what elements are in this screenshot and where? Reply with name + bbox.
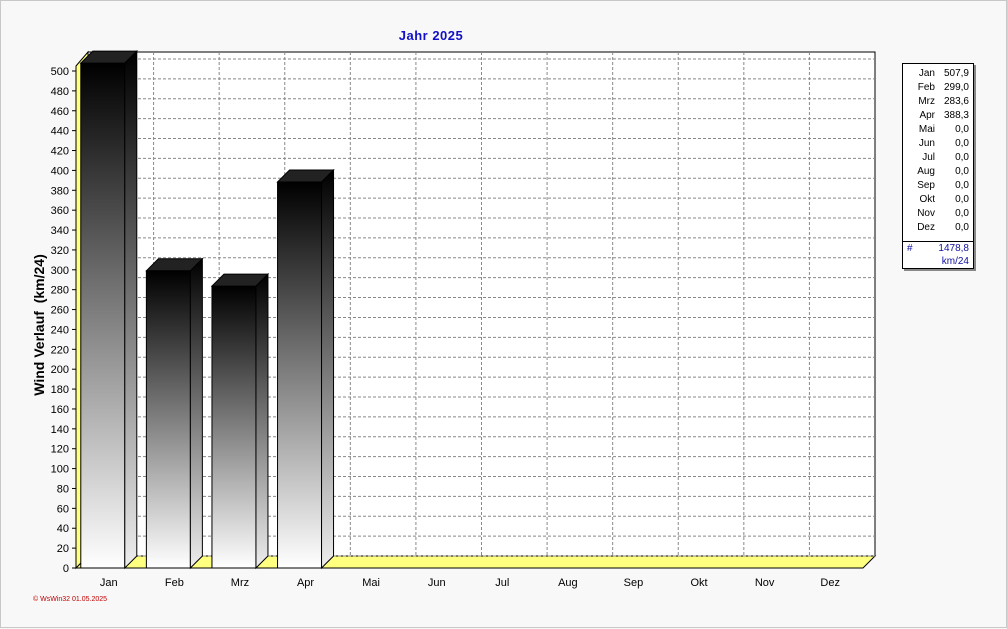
y-tick-label: 120 [51, 444, 69, 456]
legend-value: 0,0 [955, 152, 969, 163]
x-tick-label: Aug [558, 577, 578, 589]
x-tick-label: Dez [820, 577, 840, 589]
bar-side [255, 272, 269, 570]
x-tick-label: Mrz [231, 577, 249, 589]
y-tick-label: 140 [51, 424, 69, 436]
y-tick-label: 440 [51, 126, 69, 138]
chart-window: 0 20 40 60 80 100 120 140 160 180 200 220 240 260 280 3… [0, 0, 1007, 628]
y-tick-label: 300 [51, 265, 69, 277]
y-tick-label: 240 [51, 324, 69, 336]
y-tick-label: 180 [51, 384, 69, 396]
legend-value: 0,0 [955, 194, 969, 205]
y-tick-label: 420 [51, 146, 69, 158]
bar [145, 270, 191, 569]
y-tick-label: 360 [51, 205, 69, 217]
bar-side [321, 168, 335, 570]
bar-chart: 0 20 40 60 80 100 120 140 160 180 200 220 240 260 280 3… [51, 49, 877, 589]
x-tick-label: Sep [624, 577, 644, 589]
chart-title: Jahr 2025 [398, 28, 464, 43]
legend-month: Apr [919, 110, 935, 121]
legend-row: Feb 299,0 [903, 81, 973, 95]
legend-row: Nov 0,0 [903, 207, 973, 221]
total-symbol: # [907, 243, 913, 254]
y-tick-label: 400 [51, 165, 69, 177]
y-tick-label: 160 [51, 404, 69, 416]
x-tick-label: Okt [690, 577, 707, 589]
y-tick-label: 100 [51, 464, 69, 476]
legend-month: Aug [917, 166, 935, 177]
legend-month: Mai [918, 124, 935, 135]
total-unit: km/24 [941, 256, 969, 267]
legend-value: 0,0 [955, 208, 969, 219]
bar-side [189, 257, 203, 570]
legend-value: 0,0 [955, 138, 969, 149]
legend-month: Feb [917, 82, 935, 93]
legend-row: Jan 507,9 [903, 67, 973, 81]
y-tick-label: 60 [57, 503, 69, 515]
bar [80, 62, 126, 569]
y-tick-label: 340 [51, 225, 69, 237]
x-tick-label: Feb [165, 577, 184, 589]
legend-month: Jul [922, 152, 935, 163]
x-tick-label: Mai [362, 577, 380, 589]
bar [211, 285, 257, 569]
legend-row: Aug 0,0 [903, 165, 973, 179]
x-tick-label: Jun [428, 577, 446, 589]
legend-value: 283,6 [943, 96, 969, 107]
legend-value: 0,0 [955, 166, 969, 177]
legend-month: Okt [919, 194, 935, 205]
legend-month: Nov [917, 208, 935, 219]
legend-value: 0,0 [955, 180, 969, 191]
y-tick-label: 280 [51, 285, 69, 297]
bar-side [124, 49, 138, 570]
legend-value: 0,0 [955, 124, 969, 135]
legend-row: Okt 0,0 [903, 193, 973, 207]
y-tick-label: 460 [51, 106, 69, 118]
legend-month: Sep [917, 180, 935, 191]
legend-box: Jan 507,9 Feb 299,0 Mrz 283,6 Apr 388,3 Mai 0,0 Ju… [902, 63, 974, 269]
legend-month: Mrz [918, 96, 935, 107]
y-tick-label: 20 [57, 543, 69, 555]
legend-value: 299,0 [943, 82, 969, 93]
y-tick-label: 320 [51, 245, 69, 257]
legend-row: Apr 388,3 [903, 109, 973, 123]
y-tick-label: 260 [51, 305, 69, 317]
y-tick-label: 500 [51, 66, 69, 78]
legend-month: Jan [918, 68, 935, 79]
x-tick-label: Jul [495, 577, 509, 589]
legend-row: Mai 0,0 [903, 123, 973, 137]
legend-total-row: # 1478,8 [903, 242, 973, 256]
legend-row: Mrz 283,6 [903, 95, 973, 109]
x-tick-label: Nov [755, 577, 775, 589]
y-tick-label: 0 [63, 563, 69, 575]
legend-value: 0,0 [955, 222, 969, 233]
footer-credit: © WsWin32 01.05.2025 [33, 596, 108, 603]
y-axis-label: Wind Verlauf (km/24) [31, 254, 47, 396]
legend-value: 388,3 [943, 110, 969, 121]
y-tick-label: 80 [57, 483, 69, 495]
legend-month: Dez [917, 222, 935, 233]
x-tick-label: Apr [297, 577, 314, 589]
legend-row: Dez 0,0 [903, 221, 973, 235]
y-tick-label: 200 [51, 364, 69, 376]
y-tick-label: 40 [57, 523, 69, 535]
x-tick-label: Jan [100, 577, 118, 589]
legend-value: 507,9 [943, 68, 969, 79]
legend-row: Sep 0,0 [903, 179, 973, 193]
legend-row: Jun 0,0 [903, 137, 973, 151]
legend-row: Jul 0,0 [903, 151, 973, 165]
legend-month: Jun [918, 138, 935, 149]
total-value: 1478,8 [938, 243, 969, 254]
y-tick-label: 220 [51, 344, 69, 356]
bar [277, 181, 323, 569]
y-tick-label: 380 [51, 185, 69, 197]
y-tick-label: 480 [51, 86, 69, 98]
